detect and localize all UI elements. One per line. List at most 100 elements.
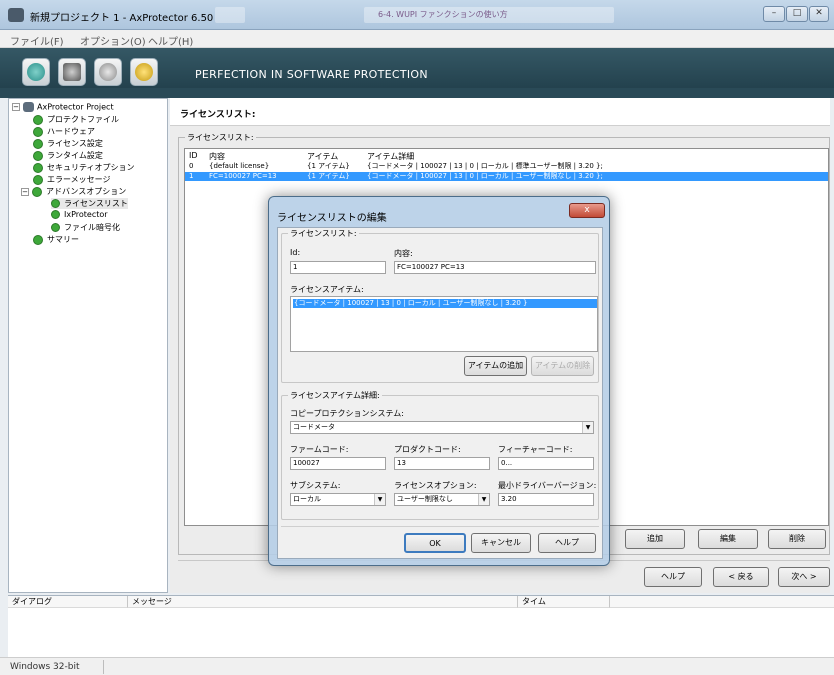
back-button[interactable]: < 戻る xyxy=(713,567,769,587)
chevron-down-icon[interactable]: ▼ xyxy=(478,494,489,505)
chevron-down-icon[interactable]: ▼ xyxy=(374,494,385,505)
add-button[interactable]: 追加 xyxy=(625,529,685,549)
minimize-button[interactable]: – xyxy=(763,6,785,22)
cell-content: FC=100027 PC=13 xyxy=(209,172,277,180)
tree-item-runtime-settings[interactable]: ランタイム設定 xyxy=(33,150,103,161)
tree-item-file-encryption[interactable]: ファイル暗号化 xyxy=(51,222,120,233)
next-button[interactable]: 次へ > xyxy=(778,567,830,587)
edit-button[interactable]: 編集 xyxy=(698,529,758,549)
toolbar-open-button[interactable] xyxy=(58,58,86,86)
cell-items: {1 アイテム} xyxy=(307,172,350,180)
cell-id: 0 xyxy=(189,162,194,170)
license-item-detail-group: ライセンスアイテム詳細: コピープロテクションシステム: コードメータ ▼ ファー… xyxy=(281,390,599,520)
tree-root-label: AxProtector Project xyxy=(37,102,114,112)
tree-item-advanced-options[interactable]: − アドバンスオプション xyxy=(21,186,126,197)
tree-item-security-options[interactable]: セキュリティオプション xyxy=(33,162,135,173)
menu-file[interactable]: ファイル(F) xyxy=(10,33,64,48)
tree-item-label: プロテクトファイル xyxy=(47,115,119,124)
log-column-message[interactable]: メッセージ xyxy=(128,596,518,608)
table-row[interactable]: 0 {default license} {1 アイテム} {コードメータ | 1… xyxy=(185,162,828,171)
license-option-select[interactable]: ユーザー制限なし ▼ xyxy=(394,493,490,506)
column-header-content[interactable]: 内容 xyxy=(209,151,225,162)
column-header-item-details[interactable]: アイテム詳細 xyxy=(367,151,414,162)
chevron-down-icon[interactable]: ▼ xyxy=(582,422,593,433)
list-item[interactable]: {コードメータ | 100027 | 13 | 0 | ローカル | ユーザー制… xyxy=(293,299,597,308)
help-button[interactable]: ヘルプ xyxy=(644,567,702,587)
column-header-items[interactable]: アイテム xyxy=(307,151,338,162)
license-group: ライセンスリスト: Id: 1 内容: FC=100027 PC=13 ライセン… xyxy=(281,228,599,383)
selected-value: ユーザー制限なし xyxy=(397,495,453,503)
toolbar-save-button[interactable] xyxy=(94,58,122,86)
content-label: 内容: xyxy=(394,249,413,258)
collapse-icon[interactable]: − xyxy=(12,103,20,111)
cancel-button[interactable]: キャンセル xyxy=(471,533,531,553)
copy-protection-label: コピープロテクションシステム: xyxy=(290,409,404,418)
tree-item-license-settings[interactable]: ライセンス設定 xyxy=(33,138,103,149)
dialog-close-button[interactable]: x xyxy=(569,203,605,218)
close-window-button[interactable]: ✕ xyxy=(809,6,829,22)
subsystem-select[interactable]: ローカル ▼ xyxy=(290,493,386,506)
product-code-label: プロダクトコード: xyxy=(394,445,461,454)
status-platform: Windows 32-bit xyxy=(4,660,104,674)
tree-item-label: セキュリティオプション xyxy=(47,163,135,172)
tree-root[interactable]: − AxProtector Project xyxy=(12,102,114,112)
feature-code-field[interactable]: 0... xyxy=(498,457,594,470)
menu-help[interactable]: ヘルプ(H) xyxy=(148,33,193,48)
tree-item-license-list[interactable]: ライセンスリスト xyxy=(51,198,128,209)
gear-icon xyxy=(135,63,153,81)
dialog-body: ライセンスリスト: Id: 1 内容: FC=100027 PC=13 ライセン… xyxy=(277,227,603,559)
remove-item-button[interactable]: アイテムの削除 xyxy=(531,356,594,376)
tree-item-label: エラーメッセージ xyxy=(47,175,111,184)
toolbar-build-button[interactable] xyxy=(130,58,158,86)
log-panel[interactable]: ダイアログ メッセージ タイム xyxy=(8,595,834,657)
license-option-label: ライセンスオプション: xyxy=(394,481,477,490)
table-row[interactable]: 1 FC=100027 PC=13 {1 アイテム} {コードメータ | 100… xyxy=(185,172,828,181)
license-items-label: ライセンスアイテム: xyxy=(290,285,364,294)
browse-button[interactable]: ... xyxy=(505,459,512,467)
group-title: ライセンスアイテム詳細: xyxy=(288,390,382,401)
column-header-id[interactable]: ID xyxy=(189,151,198,160)
tree-item-error-messages[interactable]: エラーメッセージ xyxy=(33,174,111,185)
check-icon xyxy=(51,210,60,219)
disk-icon xyxy=(99,63,117,81)
copy-protection-select[interactable]: コードメータ ▼ xyxy=(290,421,594,434)
tree-item-summary[interactable]: サマリー xyxy=(33,234,79,245)
tree-item-ixprotector[interactable]: IxProtector xyxy=(51,210,108,219)
group-title: ライセンスリスト: xyxy=(288,228,359,239)
menu-options[interactable]: オプション(O) xyxy=(80,33,146,48)
license-items-list[interactable]: {コードメータ | 100027 | 13 | 0 | ローカル | ユーザー制… xyxy=(290,296,598,352)
cell-items: {1 アイテム} xyxy=(307,162,350,170)
open-project-icon xyxy=(63,63,81,81)
check-icon xyxy=(33,150,43,161)
min-driver-version-field[interactable]: 3.20 xyxy=(498,493,594,506)
min-driver-version-label: 最小ドライバーバージョン: xyxy=(498,481,597,490)
product-code-field[interactable]: 13 xyxy=(394,457,490,470)
subsystem-label: サブシステム: xyxy=(290,481,341,490)
background-window-strip xyxy=(215,7,245,23)
log-column-empty xyxy=(610,596,834,608)
log-column-time[interactable]: タイム xyxy=(518,596,610,608)
content-field[interactable]: FC=100027 PC=13 xyxy=(394,261,596,274)
collapse-icon[interactable]: − xyxy=(21,187,29,196)
toolbar-new-button[interactable] xyxy=(22,58,50,86)
check-icon xyxy=(51,199,60,208)
tree-item-hardware[interactable]: ハードウェア xyxy=(33,126,95,137)
add-item-button[interactable]: アイテムの追加 xyxy=(464,356,527,376)
id-field[interactable]: 1 xyxy=(290,261,386,274)
tree-item-protect-file[interactable]: プロテクトファイル xyxy=(33,114,119,125)
cell-content: {default license} xyxy=(209,162,270,170)
tree-item-label: ファイル暗号化 xyxy=(64,223,120,232)
title-bar: 新規プロジェクト 1 - AxProtector 6.50 6-4. WUPI … xyxy=(0,0,834,30)
tree-item-label: サマリー xyxy=(47,235,79,244)
ok-button[interactable]: OK xyxy=(404,533,466,553)
banner-stripe xyxy=(0,88,834,98)
delete-button[interactable]: 削除 xyxy=(768,529,826,549)
maximize-button[interactable]: □ xyxy=(786,6,808,22)
project-tree[interactable]: − AxProtector Project プロテクトファイル ハードウェア ライ… xyxy=(8,98,168,593)
check-icon xyxy=(33,126,43,137)
feature-code-label: フィーチャーコード: xyxy=(498,445,573,454)
log-column-dialog[interactable]: ダイアログ xyxy=(8,596,128,608)
new-project-icon xyxy=(27,63,45,81)
firm-code-field[interactable]: 100027 xyxy=(290,457,386,470)
dialog-help-button[interactable]: ヘルプ xyxy=(538,533,596,553)
